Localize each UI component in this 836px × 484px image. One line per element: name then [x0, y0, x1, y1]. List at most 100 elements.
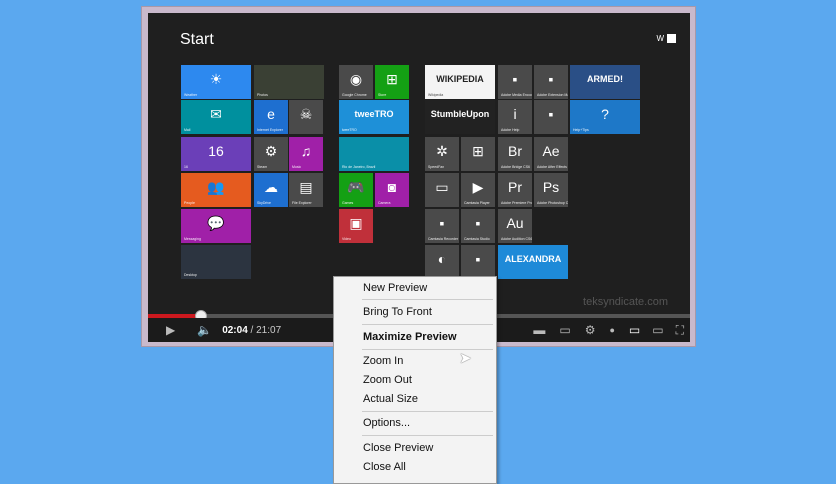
- tile-icon: 💬: [207, 215, 225, 231]
- small-player-icon[interactable]: ▭: [629, 323, 640, 337]
- menu-item-zoom-in[interactable]: Zoom In: [363, 355, 403, 367]
- menu-separator: [362, 349, 493, 350]
- tile-icon: WIKIPEDIA: [436, 74, 484, 84]
- tile[interactable]: ▪ Camtasia Studio: [461, 209, 495, 243]
- tile-icon: Pr: [508, 179, 522, 195]
- tile-icon: ▪: [548, 106, 554, 122]
- tile[interactable]: ◉ Google Chrome: [339, 65, 373, 99]
- tile-icon: ?: [601, 106, 609, 122]
- tile[interactable]: Au Adobe Audition CS6: [498, 209, 532, 243]
- tile-label: 16: [184, 165, 188, 169]
- tile-label: Adobe Photoshop CS6: [537, 201, 568, 205]
- tile-icon: e: [267, 106, 275, 122]
- tile[interactable]: Photos: [254, 65, 324, 99]
- tile[interactable]: StumbleUpon: [425, 100, 495, 134]
- tile[interactable]: Pr Adobe Premiere Pro CS6: [498, 173, 532, 207]
- tile[interactable]: WIKIPEDIA Wikipedia: [425, 65, 495, 99]
- tile-icon: ♫: [300, 143, 312, 159]
- tile-label: Photos: [257, 93, 268, 97]
- tile[interactable]: ▶ Camtasia Player: [461, 173, 495, 207]
- tile[interactable]: ♫ Music: [289, 137, 323, 171]
- annotations-icon[interactable]: ▬: [533, 323, 545, 337]
- tile[interactable]: ☀ Weather: [181, 65, 251, 99]
- captions-icon[interactable]: ▭: [559, 323, 570, 337]
- menu-separator: [362, 324, 493, 325]
- tile[interactable]: ▤ File Explorer: [289, 173, 323, 207]
- tile[interactable]: ▪: [461, 245, 495, 279]
- tile-label: Rio de Janeiro, Brazil: [342, 165, 376, 169]
- tile[interactable]: ✲ SpeedFan: [425, 137, 459, 171]
- tile[interactable]: Ae Adobe After Effects CS6: [534, 137, 568, 171]
- tile-icon: ☀: [209, 71, 223, 87]
- settings-gear-icon[interactable]: ⚙: [585, 323, 596, 337]
- tile-icon: ▪: [548, 71, 554, 87]
- tile[interactable]: Br Adobe Bridge CS6: [498, 137, 532, 171]
- tile[interactable]: ▭: [425, 173, 459, 207]
- tile-label: Adobe Bridge CS6: [501, 165, 530, 169]
- tile-icon: ▶: [472, 179, 484, 195]
- tile-label: SpeedFan: [428, 165, 445, 169]
- menu-item-actual-size[interactable]: Actual Size: [363, 393, 418, 405]
- tile[interactable]: ⊞: [461, 137, 495, 171]
- menu-item-close-all[interactable]: Close All: [363, 461, 406, 473]
- menu-item-options[interactable]: Options...: [363, 417, 410, 429]
- menu-item-zoom-out[interactable]: Zoom Out: [363, 374, 412, 386]
- tile[interactable]: 🎮 Games: [339, 173, 373, 207]
- menu-item-close-preview[interactable]: Close Preview: [363, 442, 433, 454]
- tile[interactable]: tweeTRO tweeTRO: [339, 100, 409, 134]
- tile[interactable]: i Adobe Help: [498, 100, 532, 134]
- tile[interactable]: Ps Adobe Photoshop CS6: [534, 173, 568, 207]
- tile-icon: ◐: [437, 251, 447, 267]
- tile[interactable]: ☁ SkyDrive: [254, 173, 288, 207]
- tile-label: Adobe Premiere Pro CS6: [501, 201, 532, 205]
- tile[interactable]: ▪ Adobe Media Encoder CS6: [498, 65, 532, 99]
- tile-label: Adobe Extension Manager CS6: [537, 93, 568, 97]
- tile-label: tweeTRO: [342, 128, 357, 132]
- tile-label: People: [184, 201, 195, 205]
- tile-label: Camtasia Studio: [464, 237, 490, 241]
- tile-icon: Br: [508, 143, 522, 159]
- volume-icon[interactable]: 🔈: [197, 323, 212, 337]
- tile[interactable]: ▪ Camtasia Recorder: [425, 209, 459, 243]
- menu-item-maximize-preview[interactable]: Maximize Preview: [363, 331, 457, 343]
- menu-item-bring-to-front[interactable]: Bring To Front: [363, 306, 432, 318]
- tile[interactable]: ◙ Camera: [375, 173, 409, 207]
- tile[interactable]: ▪ Adobe Extension Manager CS6: [534, 65, 568, 99]
- tile[interactable]: ? Help+Tips: [570, 100, 640, 134]
- large-player-icon[interactable]: ▭: [652, 323, 663, 337]
- tile-label: Adobe After Effects CS6: [537, 165, 568, 169]
- tile[interactable]: ARMED!: [570, 65, 640, 99]
- tile-icon: tweeTRO: [354, 109, 394, 119]
- tile-icon: Ps: [542, 179, 560, 195]
- fullscreen-icon[interactable]: ⛶: [676, 323, 684, 338]
- tile[interactable]: ⊞ Store: [375, 65, 409, 99]
- tile-label: Messaging: [184, 237, 201, 241]
- tile[interactable]: ALEXANDRA: [498, 245, 568, 279]
- tile-icon: ⊞: [472, 143, 484, 159]
- tile-label: Wikipedia: [428, 93, 444, 97]
- tile-label: Google Chrome: [342, 93, 367, 97]
- menu-separator: [362, 299, 493, 300]
- tile[interactable]: ✉ Mail: [181, 100, 251, 134]
- tile[interactable]: ◐: [425, 245, 459, 279]
- watch-later-icon[interactable]: ●: [609, 325, 614, 335]
- tile[interactable]: Desktop: [181, 245, 251, 279]
- tile[interactable]: ▣ Video: [339, 209, 373, 243]
- tile[interactable]: 💬 Messaging: [181, 209, 251, 243]
- tile-icon: StumbleUpon: [430, 109, 490, 119]
- tile-label: Desktop: [184, 273, 197, 277]
- tile[interactable]: 16 16: [181, 137, 251, 171]
- tile-icon: Au: [506, 215, 524, 231]
- tile-icon: ▤: [299, 179, 313, 195]
- tile[interactable]: e Internet Explorer: [254, 100, 288, 134]
- tile-label: File Explorer: [292, 201, 312, 205]
- play-icon[interactable]: ▶: [166, 323, 175, 337]
- tile[interactable]: 👥 People: [181, 173, 251, 207]
- tile[interactable]: ☠: [289, 100, 323, 134]
- tile[interactable]: ⚙ Steam: [254, 137, 288, 171]
- tile[interactable]: Rio de Janeiro, Brazil: [339, 137, 409, 171]
- menu-item-new-preview[interactable]: New Preview: [363, 282, 427, 294]
- tile[interactable]: ▪: [534, 100, 568, 134]
- user-initial: W: [656, 34, 664, 43]
- tile-label: Help+Tips: [573, 128, 589, 132]
